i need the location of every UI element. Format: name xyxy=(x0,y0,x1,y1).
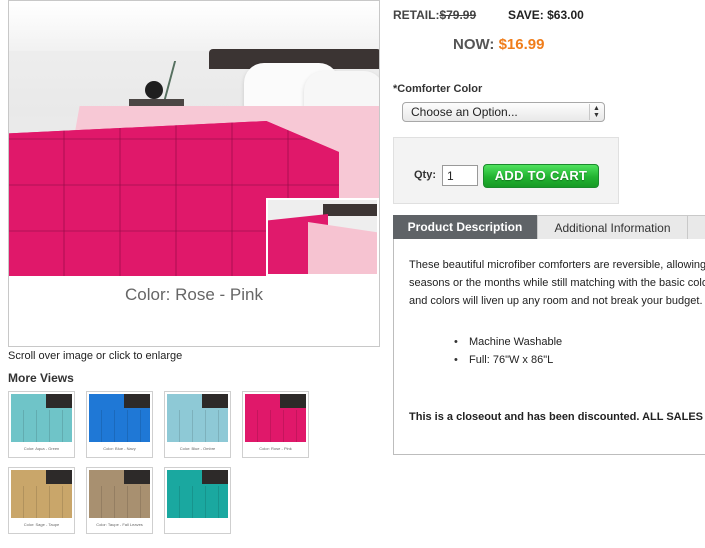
select-value: Choose an Option... xyxy=(411,105,518,119)
add-to-cart-box: Qty: 1 ADD TO CART xyxy=(393,137,619,204)
select-arrows-icon: ▲ ▼ xyxy=(589,104,603,120)
now-price: NOW: $16.99 xyxy=(453,36,544,53)
feature-item: Full: 76"W x 86"L xyxy=(452,351,562,369)
inset-headboard xyxy=(323,204,377,216)
description-line: These beautiful microfiber comforters ar… xyxy=(409,259,705,271)
description-line: and colors will liven up any room and no… xyxy=(409,295,703,307)
now-price-value: $16.99 xyxy=(498,36,545,53)
thumbnail-4[interactable]: Color: Sage - Taupe xyxy=(8,467,75,534)
description-text: These beautiful microfiber comforters ar… xyxy=(409,256,705,310)
thumbnail-swatch xyxy=(167,394,228,442)
closeout-notice: This is a closeout and has been discount… xyxy=(409,411,703,423)
thumbnail-6[interactable] xyxy=(164,467,231,534)
photo-wall xyxy=(9,1,379,51)
thumbnail-label: Color: Blue - Ombre xyxy=(179,446,216,451)
qty-label: Qty: xyxy=(414,169,436,181)
tab-additional-information[interactable]: Additional Information xyxy=(537,215,688,239)
retail-label: RETAIL: xyxy=(393,8,440,22)
thumbnail-swatch xyxy=(11,470,72,518)
photo-inset-image xyxy=(266,198,379,276)
qty-input[interactable]: 1 xyxy=(442,165,478,186)
thumbnail-label: Color: Aqua - Green xyxy=(23,446,60,451)
product-tabs: Product Description Additional Informati… xyxy=(393,215,705,239)
photo-lamp xyxy=(145,81,163,99)
image-color-caption: Color: Rose - Pink xyxy=(125,285,263,304)
thumbnail-1[interactable]: Color: Blue - Navy xyxy=(86,391,153,458)
thumbnail-swatch xyxy=(89,470,150,518)
description-line: seasons or the months while still matchi… xyxy=(409,277,705,289)
photo-plant xyxy=(163,61,205,99)
retail-price-value: $79.99 xyxy=(439,8,477,22)
thumbnail-2[interactable]: Color: Blue - Ombre xyxy=(164,391,231,458)
thumbnail-swatch xyxy=(11,394,72,442)
comforter-color-label: *Comforter Color xyxy=(393,83,483,95)
now-label: NOW: xyxy=(453,36,495,53)
add-to-cart-button[interactable]: ADD TO CART xyxy=(483,164,599,188)
thumbnail-label: Color: Rose - Pink xyxy=(259,446,292,451)
thumbnail-label: Color: Taupe - Fall Leaves xyxy=(96,522,143,527)
feature-item: Machine Washable xyxy=(452,333,562,351)
more-views-heading: More Views xyxy=(8,371,74,385)
tab-overflow xyxy=(688,215,705,239)
tab-product-description[interactable]: Product Description xyxy=(393,215,537,239)
tab-panel-description: These beautiful microfiber comforters ar… xyxy=(393,239,705,455)
product-photo[interactable] xyxy=(9,1,379,276)
image-zoom-hint: Scroll over image or click to enlarge xyxy=(8,350,183,362)
thumbnail-label: Color: Blue - Navy xyxy=(103,446,136,451)
retail-price: RETAIL:$79.99 xyxy=(393,8,476,22)
feature-list: Machine Washable Full: 76"W x 86"L xyxy=(452,333,562,369)
thumbnail-5[interactable]: Color: Taupe - Fall Leaves xyxy=(86,467,153,534)
inset-comforter-pink xyxy=(308,222,377,274)
thumbnail-3[interactable]: Color: Rose - Pink xyxy=(242,391,309,458)
thumbnail-0[interactable]: Color: Aqua - Green xyxy=(8,391,75,458)
main-product-image[interactable]: Color: Rose - Pink xyxy=(8,0,380,347)
save-amount: SAVE: $63.00 xyxy=(508,8,584,22)
thumbnail-swatch xyxy=(245,394,306,442)
thumbnail-label: Color: Sage - Taupe xyxy=(23,522,60,527)
thumbnail-swatch xyxy=(167,470,228,518)
comforter-color-select[interactable]: Choose an Option... ▲ ▼ xyxy=(402,102,605,122)
thumbnail-swatch xyxy=(89,394,150,442)
